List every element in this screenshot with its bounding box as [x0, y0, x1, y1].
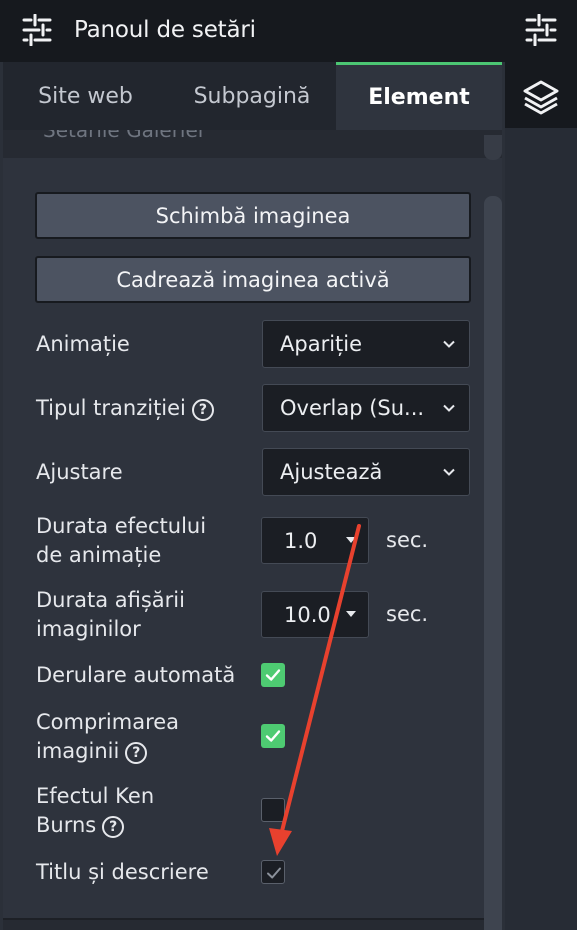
- transition-label-text: Tipul tranziției: [36, 396, 186, 420]
- fit-value: Ajustează: [280, 460, 383, 484]
- chevron-down-icon: [443, 340, 455, 348]
- tab-subpage[interactable]: Subpagină: [168, 62, 336, 130]
- caret-down-icon[interactable]: [346, 537, 356, 543]
- sliders-icon: [22, 14, 52, 46]
- checkmark-icon: [265, 730, 281, 742]
- transition-label: Tipul tranziției?: [36, 394, 214, 423]
- effect-duration-label-line1: Durata efectului: [36, 514, 207, 538]
- ken-burns-label: Efectul Ken Burns?: [36, 782, 154, 840]
- display-duration-label: Durata afișării imaginilor: [36, 586, 185, 644]
- chevron-down-icon: [443, 468, 455, 476]
- title-description-label: Titlu și descriere: [36, 860, 209, 884]
- display-duration-input[interactable]: 10.0: [261, 591, 369, 638]
- help-icon[interactable]: ?: [191, 399, 214, 421]
- right-toolbar: [505, 0, 577, 930]
- transition-select[interactable]: Overlap (Su...: [262, 384, 470, 432]
- crop-active-image-button[interactable]: Cadrează imaginea activă: [35, 256, 471, 303]
- panel-footer-divider: [3, 918, 502, 930]
- effect-duration-label-line2: de animație: [36, 543, 162, 567]
- autoplay-checkbox[interactable]: [261, 663, 285, 687]
- effect-duration-unit: sec.: [386, 528, 429, 552]
- section-heading: Setările Galeriei: [43, 130, 204, 142]
- settings-tabs: Site web Subpagină Element: [3, 62, 502, 130]
- tab-site-web[interactable]: Site web: [3, 62, 168, 130]
- compression-label: Comprimarea imaginii?: [36, 708, 179, 766]
- scrollbar-thumb[interactable]: [484, 196, 502, 930]
- autoplay-label: Derulare automată: [36, 663, 236, 687]
- scroll-track-top: [484, 135, 502, 160]
- compression-label-line2: imaginii?: [36, 737, 179, 766]
- help-icon[interactable]: ?: [102, 816, 125, 838]
- checkmark-icon: [267, 867, 281, 879]
- ken-burns-label-line2: Burns?: [36, 811, 154, 840]
- layers-icon[interactable]: [522, 78, 560, 116]
- panel-title: Panoul de setări: [74, 17, 256, 43]
- transition-value: Overlap (Su...: [280, 396, 425, 420]
- title-bar: Panoul de setări: [0, 0, 577, 62]
- effect-duration-input[interactable]: 1.0: [261, 517, 369, 564]
- caret-down-icon[interactable]: [346, 611, 356, 617]
- sliders-icon[interactable]: [525, 14, 557, 46]
- section-header-strip: Setările Galeriei: [3, 130, 502, 158]
- animation-label: Animație: [36, 332, 130, 356]
- chevron-down-icon: [443, 404, 455, 412]
- help-icon[interactable]: ?: [125, 742, 148, 764]
- ken-burns-label-line2-text: Burns: [36, 813, 97, 837]
- animation-select[interactable]: Apariție: [262, 320, 470, 368]
- compression-label-line1: Comprimarea: [36, 710, 180, 734]
- compression-checkbox[interactable]: [261, 724, 285, 748]
- effect-duration-label: Durata efectului de animație: [36, 512, 206, 570]
- ken-burns-checkbox[interactable]: [261, 798, 285, 822]
- display-duration-label-line2: imaginilor: [36, 617, 141, 641]
- effect-duration-value: 1.0: [284, 528, 318, 553]
- animation-value: Apariție: [280, 332, 363, 356]
- display-duration-label-line1: Durata afișării: [36, 588, 185, 612]
- tab-element[interactable]: Element: [336, 62, 502, 130]
- change-image-button[interactable]: Schimbă imaginea: [35, 192, 471, 239]
- fit-select[interactable]: Ajustează: [262, 448, 470, 496]
- ken-burns-label-line1: Efectul Ken: [36, 784, 155, 808]
- title-description-checkbox[interactable]: [261, 860, 285, 884]
- checkmark-icon: [265, 669, 281, 681]
- fit-label: Ajustare: [36, 460, 123, 484]
- display-duration-value: 10.0: [284, 602, 331, 627]
- display-duration-unit: sec.: [386, 602, 429, 626]
- compression-label-line2-text: imaginii: [36, 739, 120, 763]
